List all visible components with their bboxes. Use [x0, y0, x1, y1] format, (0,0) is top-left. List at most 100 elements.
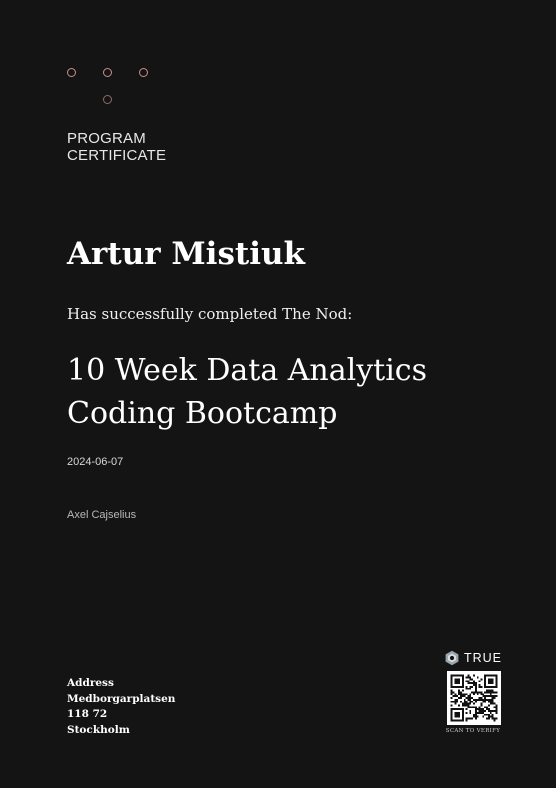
qr-module [474, 700, 477, 703]
qr-module [469, 711, 472, 714]
qr-module [471, 697, 474, 699]
qr-module [489, 711, 492, 714]
qr-module [467, 682, 470, 685]
qr-module [480, 697, 483, 699]
qr-module [458, 685, 461, 688]
qr-module [476, 691, 479, 694]
qr-module [480, 708, 483, 711]
qr-module [484, 713, 487, 716]
qr-module [463, 704, 466, 707]
qr-module [478, 711, 481, 714]
qr-code-icon[interactable] [447, 671, 501, 725]
qr-module [495, 678, 498, 681]
qr-module [465, 687, 468, 690]
signer-name: Axel Cajselius [67, 509, 137, 521]
qr-module [469, 685, 472, 688]
qr-module [467, 717, 470, 720]
qr-module [478, 685, 481, 688]
qr-module [482, 710, 485, 712]
qr-module [450, 676, 453, 679]
qr-module [493, 702, 496, 705]
qr-module [469, 698, 472, 701]
qr-module [465, 719, 468, 722]
qr-module [487, 710, 490, 712]
qr-module [461, 684, 464, 686]
qr-module [489, 682, 492, 685]
qr-module [461, 685, 464, 688]
qr-module [467, 674, 470, 677]
scan-to-verify-label: SCAN TO VERIFY [445, 728, 501, 734]
qr-module [458, 693, 461, 696]
qr-module [473, 684, 475, 686]
qr-module [461, 715, 464, 718]
address-street: Medborgarplatsen [67, 692, 176, 705]
qr-module [484, 674, 487, 677]
qr-module [456, 695, 459, 698]
qr-module [474, 687, 477, 690]
qr-module [474, 685, 477, 688]
qr-module [458, 678, 461, 681]
qr-module [460, 674, 462, 677]
qr-module [473, 715, 475, 718]
qr-module [450, 680, 453, 683]
qr-module [476, 676, 479, 679]
qr-module [480, 711, 483, 714]
qr-module [465, 702, 468, 705]
issue-date: 2024-06-07 [67, 456, 124, 468]
dot-icon [103, 68, 112, 77]
qr-module [469, 678, 472, 681]
qr-module [465, 680, 468, 683]
qr-module [450, 689, 453, 692]
qr-module [454, 685, 457, 688]
qr-module [465, 708, 468, 711]
dot-icon [67, 68, 76, 77]
qr-module [456, 680, 459, 683]
qr-module [469, 706, 472, 709]
qr-module [474, 682, 477, 685]
qr-module [467, 697, 470, 699]
qr-module [452, 674, 455, 677]
qr-module [478, 684, 481, 686]
qr-module [471, 685, 474, 688]
qr-module [478, 708, 481, 711]
qr-module [450, 704, 453, 707]
qr-module [478, 697, 481, 699]
qr-module [454, 674, 457, 677]
qr-module [489, 689, 492, 692]
qr-module [493, 685, 496, 688]
qr-module [452, 708, 455, 711]
qr-module [474, 689, 477, 692]
qr-module [461, 713, 464, 716]
course-title-line2: Coding Bootcamp [67, 396, 338, 431]
qr-module [452, 719, 455, 722]
qr-module [456, 708, 459, 711]
qr-module [458, 704, 461, 707]
qr-module [480, 702, 483, 705]
qr-module [471, 678, 474, 681]
qr-module [491, 702, 494, 705]
qr-module [480, 693, 483, 696]
qr-module [467, 687, 470, 690]
qr-module [487, 698, 490, 701]
qr-module [491, 682, 494, 685]
qr-module [486, 698, 488, 701]
qr-module [471, 706, 474, 709]
qr-module [491, 700, 494, 703]
qr-module [491, 691, 494, 694]
qr-module [450, 685, 453, 688]
qr-module [450, 708, 453, 711]
qr-module [474, 691, 477, 694]
qr-module [473, 698, 475, 701]
qr-module [484, 698, 487, 701]
qr-module [461, 680, 464, 683]
qr-module [486, 674, 488, 677]
qr-module [469, 700, 472, 703]
qr-module [460, 719, 462, 722]
qr-module [450, 697, 453, 699]
qr-module [480, 704, 483, 707]
qr-module [456, 678, 459, 681]
qr-module [467, 680, 470, 683]
brand-name: TRUE [463, 651, 503, 665]
qr-module [465, 676, 468, 679]
qr-module [493, 697, 496, 699]
